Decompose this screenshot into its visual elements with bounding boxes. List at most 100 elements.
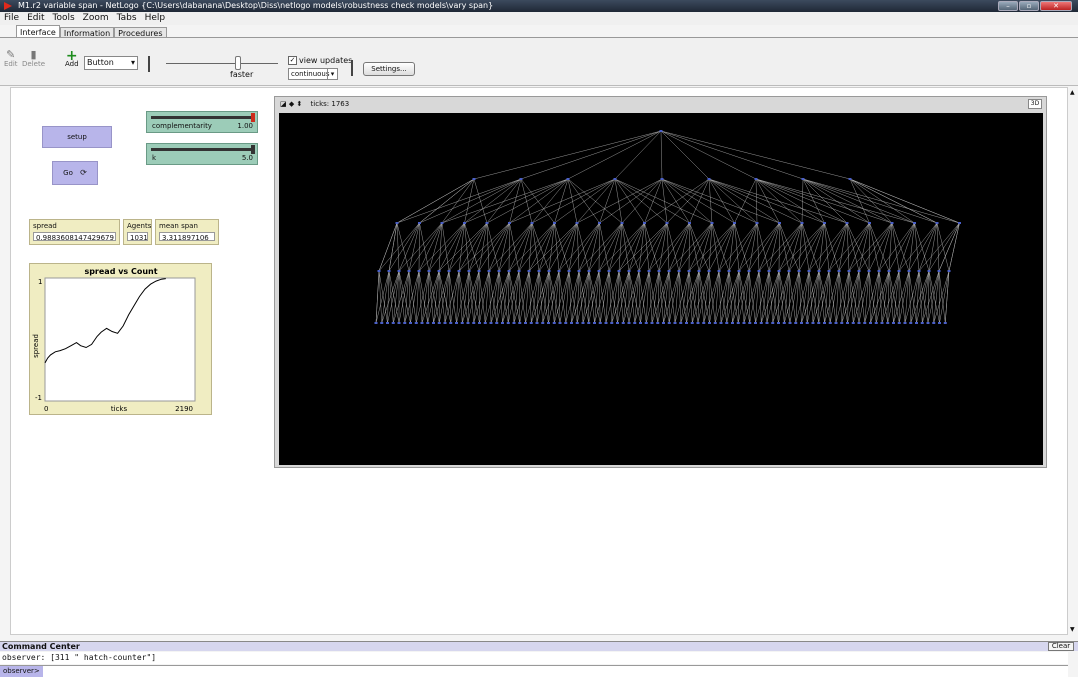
context-selector[interactable]: observer>: [0, 666, 43, 677]
tree-link: [938, 222, 960, 272]
minimize-button[interactable]: –: [998, 1, 1018, 11]
command-center-title: Command Center: [2, 642, 80, 651]
tree-link: [408, 222, 443, 272]
tree-link: [658, 222, 690, 272]
view-updates-checkbox[interactable]: ✓: [288, 56, 297, 65]
tree-link: [778, 270, 790, 324]
speed-thumb[interactable]: [235, 56, 242, 70]
tree-link: [761, 270, 780, 324]
tree-link: [708, 178, 780, 224]
update-mode-select[interactable]: continuous ▾: [288, 68, 338, 80]
turtle-node: [403, 322, 407, 324]
tree-link: [869, 222, 880, 272]
tree-link: [678, 270, 687, 324]
slider-k[interactable]: k 5.0: [146, 143, 258, 165]
menu-help[interactable]: Help: [141, 12, 170, 25]
turtle-node: [466, 322, 470, 324]
tree-link: [898, 222, 915, 272]
tree-link: [508, 222, 510, 272]
tree-link: [567, 130, 662, 180]
turtle-node: [620, 222, 624, 224]
turtle-node: [597, 270, 601, 272]
turtle-node: [575, 322, 579, 324]
turtle-node: [387, 270, 391, 272]
tree-link: [768, 270, 773, 324]
command-input-row[interactable]: observer>: [0, 665, 1068, 677]
scroll-down-icon[interactable]: ▼: [1070, 626, 1075, 633]
turtle-node: [857, 270, 861, 272]
turtle-node: [903, 322, 907, 324]
tree-link: [887, 270, 900, 324]
edit-button[interactable]: ✎ Edit: [4, 48, 18, 68]
tree-link: [509, 178, 569, 224]
widget-type-dropdown[interactable]: Button ▾: [84, 56, 138, 70]
view-controls-icon[interactable]: ◪ ◆ ⬍: [280, 100, 302, 108]
tree-link: [398, 222, 420, 272]
tree-link: [416, 270, 430, 324]
turtle-node: [420, 322, 424, 324]
turtle-node: [564, 322, 568, 324]
tab-procedures[interactable]: Procedures: [114, 27, 167, 38]
turtle-node: [731, 322, 734, 324]
scroll-up-icon[interactable]: ▲: [1070, 89, 1075, 96]
delete-button[interactable]: ▮ Delete: [22, 48, 45, 68]
turtle-node: [913, 222, 916, 224]
tree-link: [718, 222, 758, 272]
close-button[interactable]: ✕: [1040, 1, 1072, 11]
tree-link: [599, 178, 616, 224]
settings-button[interactable]: Settings...: [363, 62, 415, 76]
menu-tabs[interactable]: Tabs: [113, 12, 141, 25]
tree-link: [703, 270, 720, 324]
tree-link: [478, 222, 510, 272]
slider-complementarity[interactable]: complementarity 1.00: [146, 111, 258, 133]
speed-slider[interactable]: faster: [162, 50, 280, 79]
turtle-node: [518, 322, 522, 324]
world-view: ◪ ◆ ⬍ ticks: 1763 3D: [274, 96, 1047, 468]
tree-link: [433, 270, 450, 324]
plot-ymax-label: 1: [38, 278, 42, 286]
tree-link: [458, 222, 465, 272]
tree-link: [678, 222, 690, 272]
turtle-node: [483, 322, 487, 324]
tree-link: [568, 222, 600, 272]
menu-tools[interactable]: Tools: [49, 12, 79, 25]
clear-button[interactable]: Clear: [1048, 642, 1074, 651]
maximize-button[interactable]: ▫: [1019, 1, 1039, 11]
menu-edit[interactable]: Edit: [23, 12, 48, 25]
tree-link: [538, 222, 578, 272]
turtle-node: [797, 270, 801, 272]
turtle-node: [667, 270, 671, 272]
tree-link: [755, 270, 760, 324]
menu-zoom[interactable]: Zoom: [79, 12, 113, 25]
turtle-node: [570, 322, 573, 324]
slider-knob[interactable]: [251, 145, 255, 154]
tree-link: [660, 130, 663, 180]
command-input[interactable]: [43, 666, 1068, 677]
tree-link: [802, 178, 915, 224]
interface-scrollbar[interactable]: ▲ ▼: [1068, 87, 1078, 635]
tree-link: [578, 270, 584, 324]
setup-button[interactable]: setup: [42, 126, 112, 148]
menu-file[interactable]: File: [0, 12, 23, 25]
speed-track: [166, 63, 278, 64]
turtle-node: [690, 322, 694, 324]
go-button[interactable]: Go ⟳: [52, 161, 98, 185]
turtle-node: [657, 270, 661, 272]
turtle-node: [748, 322, 752, 324]
tree-link: [464, 178, 522, 224]
tab-interface[interactable]: Interface: [16, 25, 60, 37]
add-button[interactable]: + Add: [65, 48, 79, 68]
turtle-node: [788, 322, 792, 324]
turtle-node: [418, 222, 421, 224]
tree-link: [853, 270, 870, 324]
turtle-node: [477, 270, 481, 272]
tree-link: [847, 270, 860, 324]
tab-information[interactable]: Information: [59, 27, 115, 38]
tree-link: [525, 270, 530, 324]
tree-link: [718, 222, 735, 272]
view-updates-toggle[interactable]: ✓ view updates: [288, 56, 352, 65]
tree-link: [531, 222, 550, 272]
plot-ylabel: spread: [32, 334, 40, 358]
slider-knob[interactable]: [251, 113, 255, 122]
3d-button[interactable]: 3D: [1028, 99, 1042, 109]
